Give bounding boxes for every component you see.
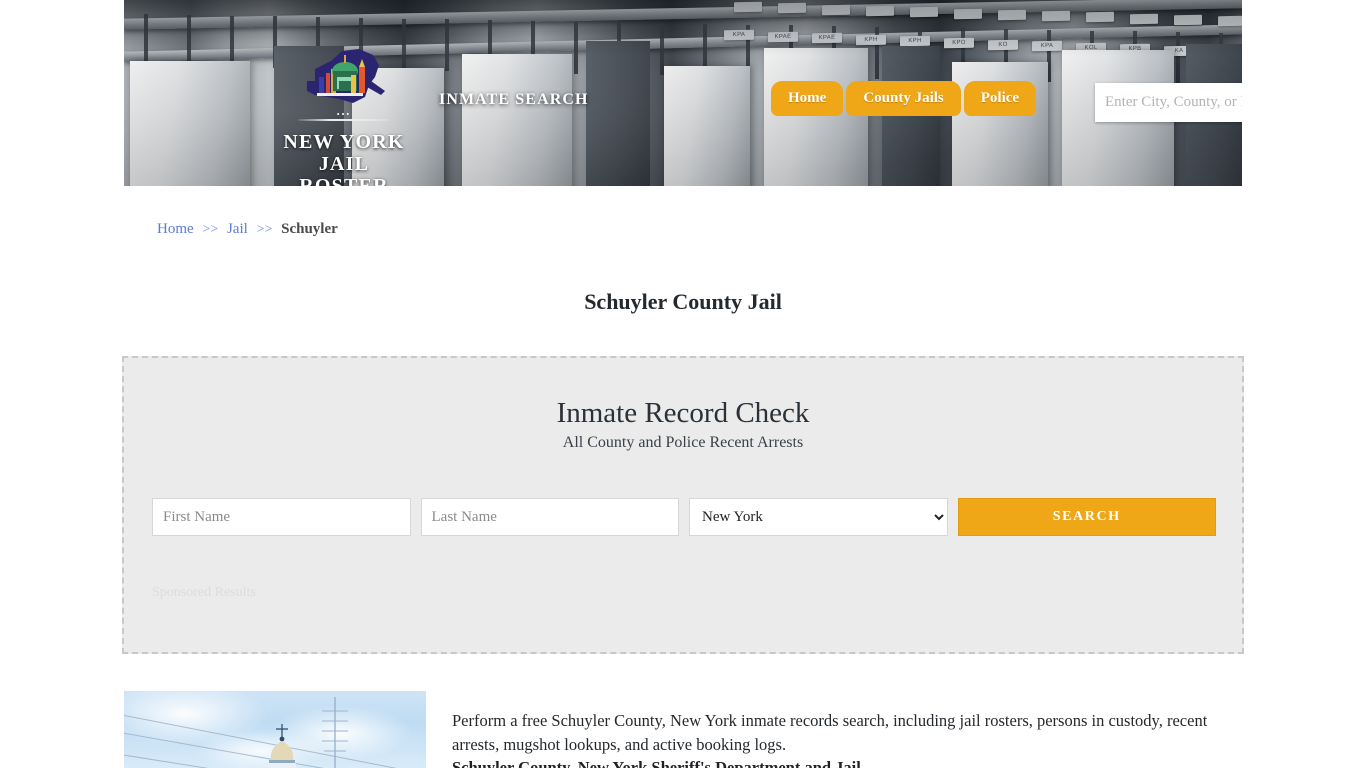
breadcrumb-item-current: Schuyler xyxy=(281,221,338,237)
state-select[interactable]: New York xyxy=(689,498,948,536)
inmate-search-form: New York SEARCH xyxy=(152,498,1216,536)
header-search-box xyxy=(1095,83,1242,122)
courthouse-dome-icon xyxy=(267,724,297,768)
primary-navigation: Home County Jails Police xyxy=(771,81,1037,116)
site-logo[interactable]: NEW YORK JAIL ROSTER xyxy=(279,45,409,186)
courthouse-photo xyxy=(124,691,426,768)
nav-item-home[interactable]: Home xyxy=(771,81,844,116)
site-header-banner: KPAKPAEKPAEKPHKPHKPOKOKPAKOLKPBKAKAEKAOK… xyxy=(124,0,1242,186)
logo-title-line-1: NEW YORK xyxy=(283,131,405,153)
header-tagline: INMATE SEARCH xyxy=(439,91,589,108)
logo-divider xyxy=(298,110,390,125)
breadcrumb: Home >> Jail >> Schuyler xyxy=(157,221,338,238)
sponsored-results-label: Sponsored Results xyxy=(152,585,256,600)
header-search-input[interactable] xyxy=(1095,83,1242,122)
breadcrumb-item-jail[interactable]: Jail xyxy=(227,221,248,237)
breadcrumb-separator: >> xyxy=(256,222,273,237)
content-section-heading: Schuyler County, New York Sheriff's Depa… xyxy=(452,758,861,768)
content-paragraph: Perform a free Schuyler County, New York… xyxy=(452,710,1208,754)
first-name-input[interactable] xyxy=(152,498,411,536)
panel-subtitle: All County and Police Recent Arrests xyxy=(562,434,804,451)
logo-title-line-2: JAIL ROSTER xyxy=(299,153,389,186)
panel-title: Inmate Record Check xyxy=(556,397,810,429)
new-york-state-logo-icon xyxy=(279,45,409,113)
ny-state-outline-icon xyxy=(307,49,385,103)
antenna-tower-icon xyxy=(322,697,348,768)
nav-item-police[interactable]: Police xyxy=(963,81,1037,116)
inmate-record-check-panel: Inmate Record Check All County and Polic… xyxy=(122,356,1244,654)
nav-item-county-jails[interactable]: County Jails xyxy=(846,81,961,116)
page-title: Schuyler County Jail xyxy=(584,288,782,314)
last-name-input[interactable] xyxy=(420,498,679,536)
breadcrumb-item-home[interactable]: Home xyxy=(157,221,194,237)
breadcrumb-separator: >> xyxy=(202,222,219,237)
search-submit-button[interactable]: SEARCH xyxy=(957,498,1216,536)
